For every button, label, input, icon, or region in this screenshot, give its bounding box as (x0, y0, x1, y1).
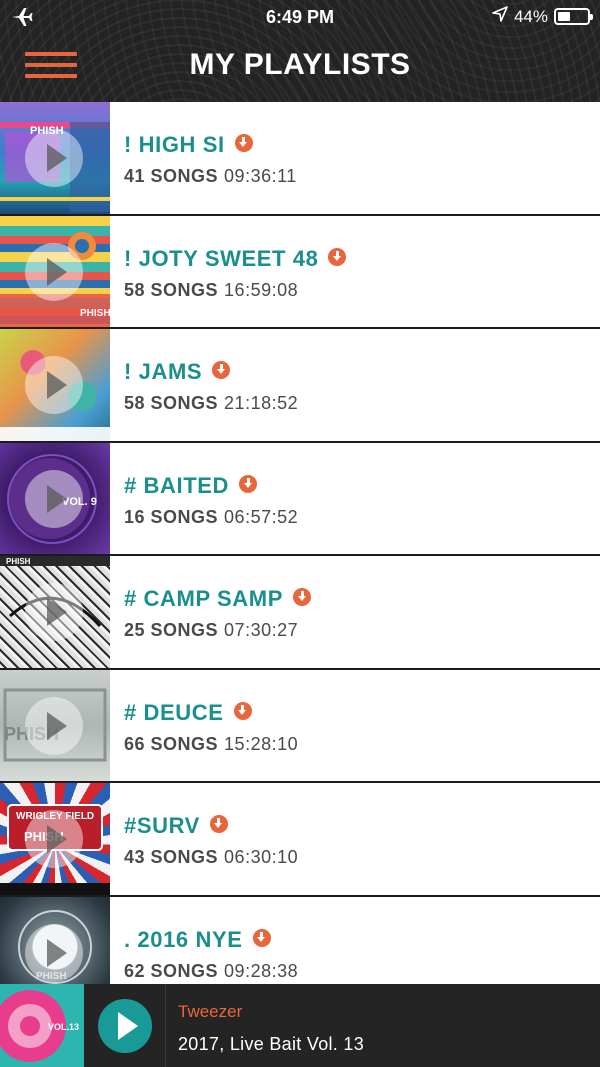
song-count: 62 SONGS (124, 960, 219, 981)
playlist-artwork: WRIGLEY FIELD PHISH (0, 783, 110, 895)
song-count: 16 SONGS (124, 506, 219, 527)
song-count: 41 SONGS (124, 166, 219, 186)
playlist-duration: 06:57:52 (224, 506, 299, 527)
playlist-row[interactable]: WRIGLEY FIELD PHISH #SURV 43 SONGS 06:30:… (0, 783, 600, 897)
status-right: 44% (492, 6, 593, 27)
battery-level (558, 12, 571, 21)
now-playing-track: Tweezer (178, 1002, 243, 1021)
download-icon[interactable] (233, 701, 252, 720)
play-icon[interactable] (25, 696, 83, 755)
song-count: 58 SONGS (124, 279, 219, 300)
svg-text:PHISH: PHISH (80, 308, 110, 319)
song-count: 66 SONGS (124, 733, 219, 754)
now-playing-album: 2017, Live Bait Vol. 13 (178, 1034, 365, 1054)
playlist-title: ! HIGH SI (124, 132, 225, 157)
playlist-row[interactable]: PHISH # CAMP SAMP 25 SONGS 07:30:27 (0, 556, 600, 670)
playlist-artwork: PHISH (0, 215, 110, 327)
now-playing-bar[interactable]: VOL.13 Tweezer 2017, Live Bait Vol. 13 (0, 984, 600, 1067)
playlist-duration: 07:30:27 (224, 620, 299, 640)
play-icon[interactable] (25, 469, 83, 528)
header: 6:49 PM 44% MY PLAYLISTS (0, 0, 600, 102)
playlist-duration: 06:30:10 (224, 847, 299, 867)
location-icon (492, 6, 508, 27)
now-playing-artwork: VOL.13 (0, 984, 84, 1067)
battery-icon (554, 8, 593, 25)
playlist-duration: 21:18:52 (224, 393, 299, 413)
song-count: 43 SONGS (124, 847, 219, 867)
playlist-title: . 2016 NYE (124, 926, 243, 952)
playlist-title: # CAMP SAMP (124, 586, 283, 611)
playlist-artwork: PHISH (0, 102, 110, 214)
download-icon[interactable] (252, 928, 271, 947)
play-icon[interactable] (25, 242, 83, 301)
playlist-artwork: PHISH (0, 669, 110, 781)
playlist-row[interactable]: PHISH ! JOTY SWEET 48 58 SONGS 16:59:08 (0, 215, 600, 329)
playlist-artwork: PHISH (0, 556, 110, 668)
playlist-duration: 15:28:10 (224, 733, 299, 754)
svg-text:PHISH: PHISH (6, 557, 31, 566)
now-playing-play-area (84, 984, 166, 1067)
download-icon[interactable] (234, 134, 253, 152)
play-icon[interactable] (25, 923, 83, 982)
download-icon[interactable] (209, 815, 228, 833)
download-icon[interactable] (293, 588, 311, 606)
playlist-row[interactable]: VOL. 9 # BAITED 16 SONGS 06:57:52 (0, 442, 600, 556)
playlist-title: # DEUCE (124, 699, 224, 725)
playlist-artwork (0, 329, 110, 441)
playlist-row[interactable]: PHISH ! HIGH SI 41 SONGS 09:36:11 (0, 102, 600, 216)
play-icon[interactable] (25, 356, 83, 414)
playlist-title: # BAITED (124, 472, 230, 498)
play-icon[interactable] (25, 810, 83, 868)
play-icon[interactable] (25, 129, 83, 187)
playlist-row[interactable]: PHISH # DEUCE 66 SONGS 15:28:10 (0, 669, 600, 783)
play-icon[interactable] (25, 583, 83, 641)
playlist-title: ! JOTY SWEET 48 (124, 245, 319, 271)
status-bar: 6:49 PM 44% (0, 0, 600, 34)
download-icon[interactable] (328, 247, 347, 266)
svg-text:VOL.13: VOL.13 (48, 1022, 79, 1032)
playlist-title: #SURV (124, 813, 200, 838)
playlist-artwork: PHISH (0, 896, 110, 984)
playlist-row[interactable]: PHISH . 2016 NYE 62 SONGS 09:28:38 (0, 896, 600, 984)
song-count: 25 SONGS (124, 620, 219, 640)
download-icon[interactable] (212, 361, 231, 379)
playlist-artwork: VOL. 9 (0, 442, 110, 554)
battery-percent: 44% (513, 6, 548, 26)
play-button[interactable] (97, 998, 152, 1053)
playlist-duration: 16:59:08 (224, 279, 299, 300)
playlist-duration: 09:28:38 (224, 960, 299, 981)
playlist-row[interactable]: ! JAMS 58 SONGS 21:18:52 (0, 329, 600, 443)
playlist-duration: 09:36:11 (224, 166, 297, 186)
playlist-title: ! JAMS (124, 359, 203, 384)
song-count: 58 SONGS (124, 393, 219, 413)
download-icon[interactable] (239, 474, 258, 493)
playlist-list[interactable]: PHISH ! HIGH SI 41 SONGS09:36:11 PHISH (0, 102, 600, 984)
page-title: MY PLAYLISTS (189, 48, 411, 81)
